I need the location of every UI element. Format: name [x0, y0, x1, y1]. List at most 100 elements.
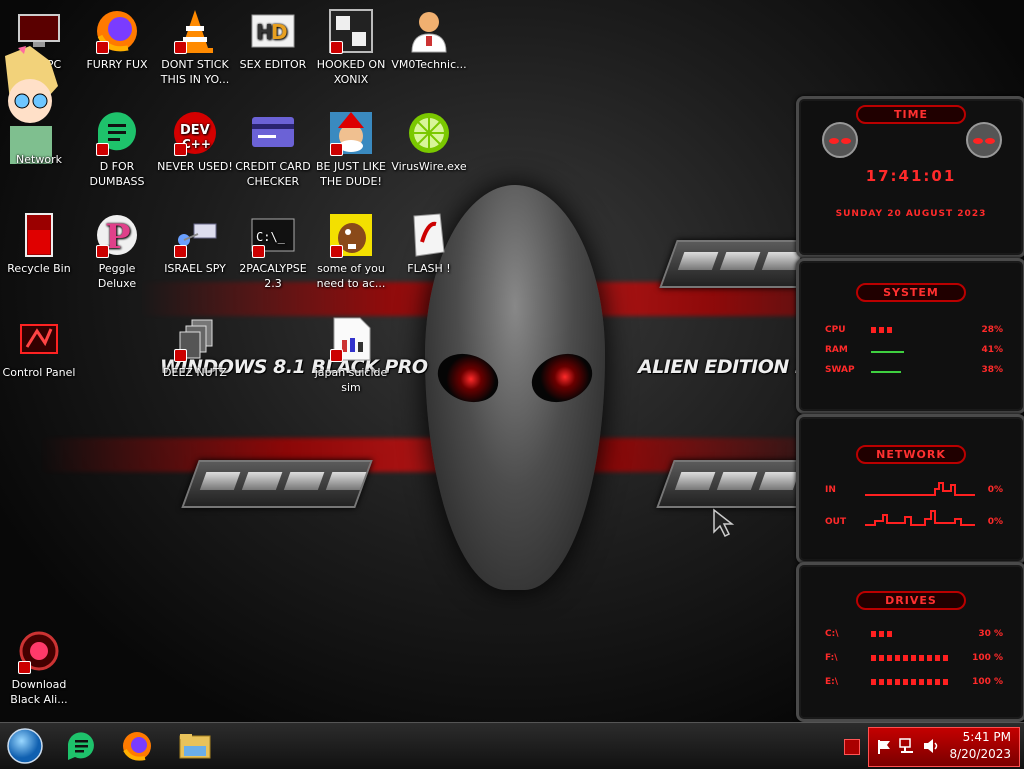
desktop-icon-credit-card-checker[interactable]: CREDIT CARD CHECKER	[234, 110, 312, 189]
alien-left-eye	[431, 345, 505, 411]
taskbar-chat-app[interactable]	[62, 727, 100, 765]
alien-download-icon	[16, 628, 62, 674]
dev-cpp-icon: DEV C++	[172, 110, 218, 156]
desktop-icon-some-of-you[interactable]: some of you need to ac...	[312, 212, 390, 291]
wallpaper-title-right: ALIEN EDITION 20	[638, 356, 821, 378]
icon-label: DONT STICK THIS IN YO...	[160, 58, 230, 86]
desktop-icon-viruswire[interactable]: VirusWire.exe	[390, 110, 468, 174]
shortcut-badge-icon	[330, 41, 343, 54]
shortcut-badge-icon	[18, 661, 31, 674]
volume-icon[interactable]	[923, 738, 941, 754]
network-row-value: 0%	[987, 485, 1003, 495]
desktop-icon-recycle-bin[interactable]: Recycle Bin	[0, 212, 78, 276]
desktop-icon-flash[interactable]: FLASH !	[390, 212, 468, 276]
desktop-icon-israel-spy[interactable]: ISRAEL SPY	[156, 212, 234, 276]
desktop-icon-download-black-alien[interactable]: Download Black Ali...	[0, 628, 78, 707]
start-button[interactable]	[6, 727, 44, 765]
shortcut-badge-icon	[174, 349, 187, 362]
icon-label: FURRY FUX	[86, 58, 148, 71]
icon-label: Network	[16, 153, 62, 166]
network-row-label: IN	[825, 485, 836, 495]
icon-label: Recycle Bin	[7, 262, 71, 275]
desktop-icon-d-for-dumbass[interactable]: D FOR DUMBASS	[78, 110, 156, 189]
shortcut-badge-icon	[96, 143, 109, 156]
network-icon[interactable]	[899, 738, 915, 754]
start-orb-icon	[7, 728, 43, 764]
alien-right-eye	[525, 345, 599, 411]
system-row-bar	[871, 367, 901, 373]
show-hidden-icons-button[interactable]	[844, 739, 860, 755]
desktop-icon-2pacalypse[interactable]: C:\_ 2PACALYPSE 2.3	[234, 212, 312, 291]
system-row-label: RAM	[825, 345, 848, 355]
shortcut-badge-icon	[330, 143, 343, 156]
time-gadget-date: SUNDAY 20 AUGUST 2023	[835, 209, 987, 219]
desktop-icon-control-panel[interactable]: Control Panel	[0, 316, 78, 380]
desktop-icon-network[interactable]: Network	[0, 152, 78, 167]
time-gadget[interactable]: TIME 17:41:01 SUNDAY 20 AUGUST 2023	[796, 96, 1024, 258]
svg-text:DEV: DEV	[180, 123, 210, 138]
icon-label: NEVER USED!	[157, 160, 233, 173]
icon-label: Download Black Ali...	[10, 678, 68, 706]
network-row-out: OUT 0%	[825, 510, 1003, 531]
drive-row-f: F:\ 100 %	[825, 653, 1003, 667]
icon-label: HOOKED ON XONIX	[316, 58, 386, 86]
shortcut-badge-icon	[96, 245, 109, 258]
system-tray: 5:41 PM 8/20/2023	[868, 727, 1020, 767]
time-gadget-clock: 17:41:01	[865, 167, 957, 185]
icon-label: 2PACALYPSE 2.3	[239, 262, 307, 290]
icon-label: ISRAEL SPY	[164, 262, 226, 275]
icon-label: Control Panel	[2, 366, 76, 379]
mouse-cursor-icon	[713, 508, 735, 538]
desktop: WINDOWS 8.1 BLACK PRO ALIEN EDITION 20 P…	[0, 0, 1024, 722]
system-row-bar	[871, 347, 904, 353]
network-out-graph	[865, 510, 975, 526]
system-gadget[interactable]: SYSTEM CPU 28% RAM 41% SWAP 38%	[796, 258, 1024, 414]
desktop-icon-japan-suicide-sim[interactable]: japan suicide sim	[312, 316, 390, 395]
icon-label: BE JUST LIKE THE DUDE!	[315, 160, 387, 188]
network-gadget-title: NETWORK	[856, 445, 966, 464]
network-row-in: IN 0%	[825, 482, 1003, 499]
icon-label: FLASH !	[407, 262, 451, 275]
cartoon-girl-sticker	[0, 46, 62, 166]
system-row-label: CPU	[825, 325, 846, 335]
icon-label: Peggle Deluxe	[97, 262, 137, 290]
desktop-icon-sex-editor[interactable]: HD SEX EDITOR	[234, 8, 312, 72]
desktop-icon-furry-fux[interactable]: FURRY FUX	[78, 8, 156, 72]
desktop-icon-dont-stick[interactable]: DONT STICK THIS IN YO...	[156, 8, 234, 87]
desktop-icon-deez-nutz[interactable]: DEEZ NUTZ	[156, 316, 234, 380]
lime-icon	[406, 110, 452, 156]
icon-label: CREDIT CARD CHECKER	[235, 160, 311, 188]
drive-row-value: 100 %	[972, 653, 1003, 663]
desktop-icon-peggle-deluxe[interactable]: P Peggle Deluxe	[78, 212, 156, 291]
icon-label: DEEZ NUTZ	[163, 366, 227, 379]
recycle-bin-icon	[16, 212, 62, 258]
system-row-value: 38%	[981, 365, 1003, 375]
hex-editor-icon: HD	[250, 8, 296, 54]
drive-row-e: E:\ 100 %	[825, 677, 1003, 691]
flash-icon	[406, 212, 452, 258]
taskbar-firefox[interactable]	[118, 727, 156, 765]
terminal-icon: C:\_	[250, 212, 296, 258]
doctor-avatar-icon	[406, 8, 452, 54]
desktop-icon-vm0technic[interactable]: VM0Technic...	[390, 8, 468, 72]
system-row-cpu: CPU 28%	[825, 325, 1003, 339]
shortcut-badge-icon	[252, 245, 265, 258]
system-row-value: 28%	[981, 325, 1003, 335]
action-center-flag-icon[interactable]	[877, 739, 891, 755]
drive-row-label: F:\	[825, 653, 838, 663]
network-gadget[interactable]: NETWORK IN 0% OUT 0%	[796, 414, 1024, 564]
taskbar-clock-date[interactable]: 8/20/2023	[949, 747, 1011, 761]
network-in-graph	[865, 482, 975, 496]
desktop-icon-never-used[interactable]: DEV C++ NEVER USED!	[156, 110, 234, 174]
stacked-files-icon	[172, 316, 218, 362]
system-row-ram: RAM 41%	[825, 345, 1003, 359]
santa-elf-icon	[328, 110, 374, 156]
control-panel-icon	[16, 316, 62, 362]
desktop-icon-be-just-like-the-dude[interactable]: BE JUST LIKE THE DUDE!	[312, 110, 390, 189]
chat-bubble-icon	[94, 110, 140, 156]
taskbar-file-explorer[interactable]	[176, 727, 214, 765]
taskbar-clock-time[interactable]: 5:41 PM	[963, 730, 1011, 744]
drives-gadget[interactable]: DRIVES C:\ 30 % F:\ 100 % E:\ 100 %	[796, 562, 1024, 722]
desktop-icon-hooked-on-xonix[interactable]: HOOKED ON XONIX	[312, 8, 390, 87]
beaver-icon	[328, 212, 374, 258]
